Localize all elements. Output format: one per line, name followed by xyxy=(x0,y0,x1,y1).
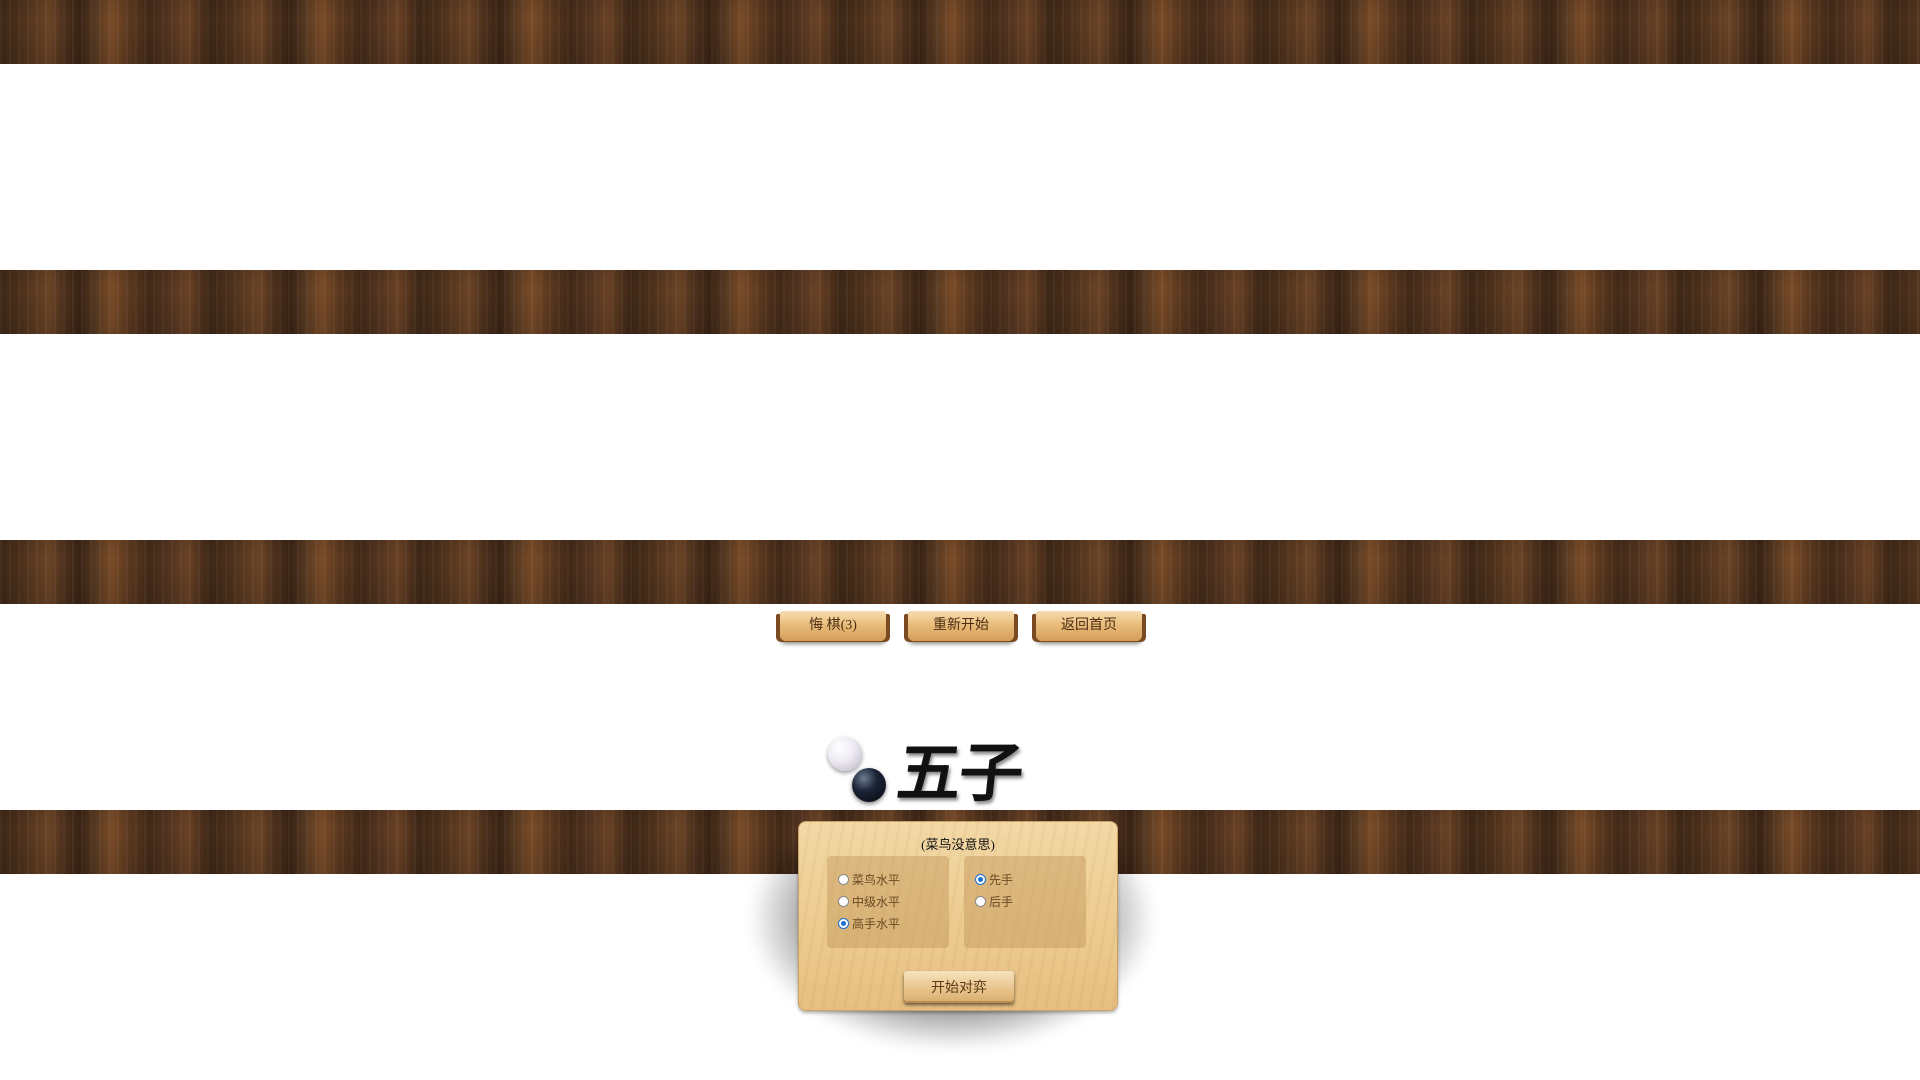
undo-button[interactable]: 悔 棋(3) xyxy=(780,611,886,641)
order-label-second: 后手 xyxy=(989,894,1014,909)
game-logo: 五子棋 xyxy=(825,718,1075,903)
wood-board-stripe-3 xyxy=(0,540,1920,604)
level-label-intermediate: 中级水平 xyxy=(852,894,901,909)
wood-board-stripe-2 xyxy=(0,270,1920,334)
settings-panel: (菜鸟没意思) 菜鸟水平 中级水平 高手水平 先手 后手 开始对弈 xyxy=(798,821,1118,1011)
turn-order-group: 先手 后手 xyxy=(964,856,1086,948)
level-radio-expert[interactable] xyxy=(838,917,849,929)
order-option-second[interactable]: 后手 xyxy=(964,890,1086,912)
order-radio-first[interactable] xyxy=(975,873,986,885)
white-stone-icon xyxy=(828,737,862,771)
game-controls: 悔 棋(3) 重新开始 返回首页 xyxy=(780,611,1142,641)
order-radio-second[interactable] xyxy=(975,895,986,907)
level-option-novice[interactable]: 菜鸟水平 xyxy=(827,868,949,890)
level-label-novice: 菜鸟水平 xyxy=(852,872,901,887)
level-radio-intermediate[interactable] xyxy=(838,895,849,907)
level-option-expert[interactable]: 高手水平 xyxy=(827,912,949,934)
level-option-intermediate[interactable]: 中级水平 xyxy=(827,890,949,912)
wood-board-stripe-1 xyxy=(0,0,1920,64)
difficulty-group: 菜鸟水平 中级水平 高手水平 xyxy=(827,856,949,948)
order-label-first: 先手 xyxy=(989,872,1014,887)
level-radio-novice[interactable] xyxy=(838,873,849,885)
home-button[interactable]: 返回首页 xyxy=(1036,611,1142,641)
restart-button[interactable]: 重新开始 xyxy=(908,611,1014,641)
order-option-first[interactable]: 先手 xyxy=(964,868,1086,890)
black-stone-icon xyxy=(852,768,886,802)
panel-title: (菜鸟没意思) xyxy=(921,837,995,852)
start-game-button[interactable]: 开始对弈 xyxy=(904,971,1014,1003)
level-label-expert: 高手水平 xyxy=(852,916,901,931)
